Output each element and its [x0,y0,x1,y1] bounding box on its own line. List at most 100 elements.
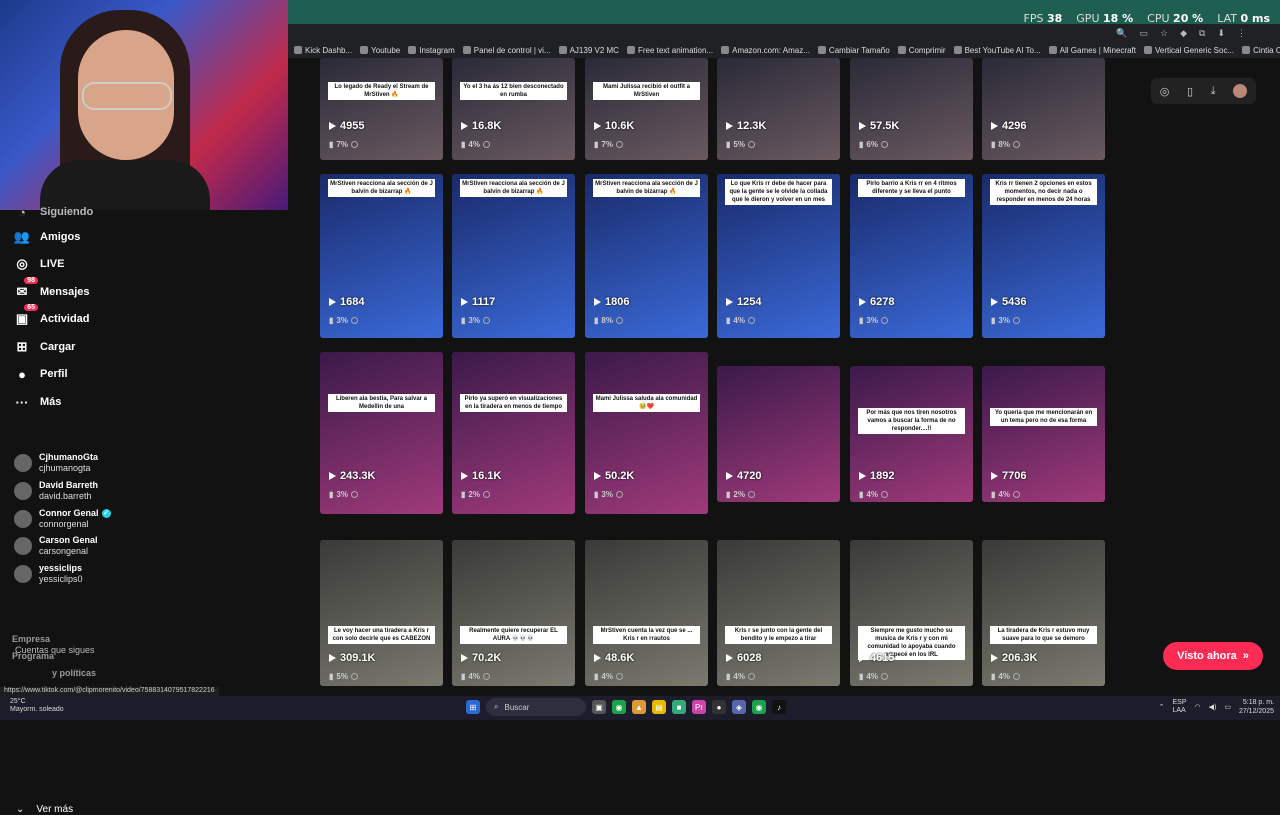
see-more-button[interactable]: ⌄ Ver más [16,804,73,815]
tray-chevron-icon[interactable]: ⌃ [1159,703,1165,711]
obs-icon[interactable]: ● [712,700,726,714]
bookmark-item[interactable]: Free text animation... [626,46,713,55]
info-icon[interactable] [350,317,358,324]
bookmark-item[interactable]: Kick Dashb... [294,46,352,55]
download-icon[interactable]: ⬇ [1217,28,1225,39]
info-icon[interactable] [880,491,888,498]
bookmark-item[interactable]: AJ139 V2 MC [558,46,619,55]
wifi-icon[interactable]: ◠ [1195,703,1201,711]
sidebar-item-actividad[interactable]: ▣ 65 Actividad [14,304,90,327]
sidebar-item-cargar[interactable]: ⊞ Cargar [14,339,76,355]
bookmark-item[interactable]: Amazon.com: Amaz... [721,46,810,55]
sidebar-item-live[interactable]: ◎ LIVE [14,256,64,272]
discord-icon[interactable]: ◈ [732,700,746,714]
extension-icon[interactable]: ◆ [1180,28,1187,39]
avatar[interactable] [1233,84,1248,98]
info-icon[interactable] [1012,491,1020,498]
info-icon[interactable] [350,141,358,148]
sidebar-item-más[interactable]: ··· Más [14,394,62,410]
footer-program[interactable]: Programa [12,651,54,661]
sidebar-item-perfil[interactable]: ● Perfil [14,366,67,382]
video-card[interactable]: Pirlo barrio a Kris rr en 4 ritmos difer… [850,174,973,338]
video-card[interactable]: MrStiven reacciona ala sección de J balv… [320,174,443,338]
video-card[interactable]: Realmente quiere recuperar EL AURA 💀💀💀 70… [452,540,575,686]
video-card[interactable]: La tiradera de Kris r estuvo muy suave p… [982,540,1105,686]
puzzle-icon[interactable]: ⧉ [1199,28,1205,39]
info-icon[interactable] [880,673,888,680]
language-indicator[interactable]: ESP LAA [1172,699,1186,715]
info-icon[interactable] [482,491,490,498]
sidebar-item-mensajes[interactable]: ✉ 98 Mensajes [14,277,90,300]
video-card[interactable]: Siempre me gusto mucho su musica de Kris… [850,540,973,686]
app-icon[interactable]: ■ [672,700,686,714]
bookmark-item[interactable]: Cintia Cossio al Des... [1242,46,1280,55]
info-icon[interactable] [482,317,490,324]
info-icon[interactable] [747,141,755,148]
following-account[interactable]: Carson Genal carsongenal [14,535,98,556]
taskview-icon[interactable]: ▣ [592,700,606,714]
bookmark-item[interactable]: Best YouTube AI To... [953,46,1041,55]
cast-icon[interactable]: ▭ [1140,28,1149,39]
bookmark-item[interactable]: Cambiar Tamaño [817,46,890,55]
bookmark-item[interactable]: All Games | Minecraft [1048,46,1136,55]
video-card[interactable]: MrStiven reacciona ala sección de J balv… [452,174,575,338]
chrome-icon[interactable]: ◉ [752,700,766,714]
clock[interactable]: 5:18 p. m. 27/12/2025 [1239,698,1274,716]
bookmark-item[interactable]: Vertical Generic Soc... [1143,46,1234,55]
sidebar-item-amigos[interactable]: 👥 Amigos [14,229,80,245]
following-account[interactable]: yessiclips yessiclips0 [14,563,83,584]
following-account[interactable]: Connor Genal ✓ connorgenal [14,508,111,529]
download-icon[interactable]: ⤓ [1211,85,1216,98]
info-icon[interactable] [747,673,755,680]
info-icon[interactable] [350,491,358,498]
bookmark-item[interactable]: Panel de control | vi... [462,46,551,55]
info-icon[interactable] [880,317,888,324]
phone-icon[interactable]: ▯ [1187,85,1193,98]
battery-icon[interactable]: ▭ [1224,703,1231,711]
info-icon[interactable] [747,491,755,498]
video-card[interactable]: Lo que Kris rr debe de hacer para que la… [717,174,840,338]
chrome-icon[interactable]: ◉ [612,700,626,714]
info-icon[interactable] [482,673,490,680]
editor-icon[interactable]: Pr [692,700,706,714]
windows-start-icon[interactable]: ⊞ [466,700,480,714]
zoom-icon[interactable]: 🔍 [1116,28,1127,39]
info-icon[interactable] [615,491,623,498]
bookmark-item[interactable]: Youtube [360,46,400,55]
footer-policies[interactable]: y políticas [52,668,96,678]
video-card[interactable]: Por más que nos tiren nosotros vamos a b… [850,366,973,502]
volume-icon[interactable]: ◀) [1209,703,1217,711]
sidebar-item-following[interactable]: ◔ Siguiendo [14,204,93,220]
info-icon[interactable] [615,673,623,680]
taskbar-search[interactable]: ⌕ Buscar [486,698,586,716]
info-icon[interactable] [747,317,755,324]
footer-company[interactable]: Empresa [12,634,50,644]
following-account[interactable]: David Barreth david.barreth [14,480,98,501]
video-card[interactable]: Le voy hacer una tiradera a Kris r con s… [320,540,443,686]
weather-widget[interactable]: 25°C Mayorm. soleado [10,698,64,714]
info-icon[interactable] [880,141,888,148]
menu-icon[interactable]: ⋮ [1237,28,1246,39]
info-icon[interactable] [350,673,358,680]
star-icon[interactable]: ☆ [1160,28,1168,39]
compass-icon[interactable]: ◎ [1160,85,1170,98]
video-card[interactable]: MrStiven cuenta la vez que se ... Kris r… [585,540,708,686]
info-icon[interactable] [615,317,623,324]
info-icon[interactable] [1012,317,1020,324]
video-card[interactable]: 4720 [717,366,840,502]
video-card[interactable]: Yo queria que me mencionarán en un tema … [982,366,1105,502]
video-card[interactable]: Kris rr tienen 2 opciones en estos momen… [982,174,1105,338]
watched-now-button[interactable]: Visto ahora » [1163,642,1263,670]
info-icon[interactable] [1012,141,1020,148]
bookmark-item[interactable]: Instagram [408,46,455,55]
video-card[interactable]: MrStiven reacciona ala sección de J balv… [585,174,708,338]
brave-icon[interactable]: ▲ [632,700,646,714]
tiktok-icon[interactable]: ♪ [772,700,786,714]
info-icon[interactable] [615,141,623,148]
info-icon[interactable] [1012,673,1020,680]
video-card[interactable]: Kris r se junto con la gente del bendito… [717,540,840,686]
explorer-icon[interactable]: ▤ [652,700,666,714]
following-account[interactable]: CjhumanoGta cjhumanogta [14,452,98,473]
bookmark-item[interactable]: Comprimir [897,46,946,55]
info-icon[interactable] [482,141,490,148]
